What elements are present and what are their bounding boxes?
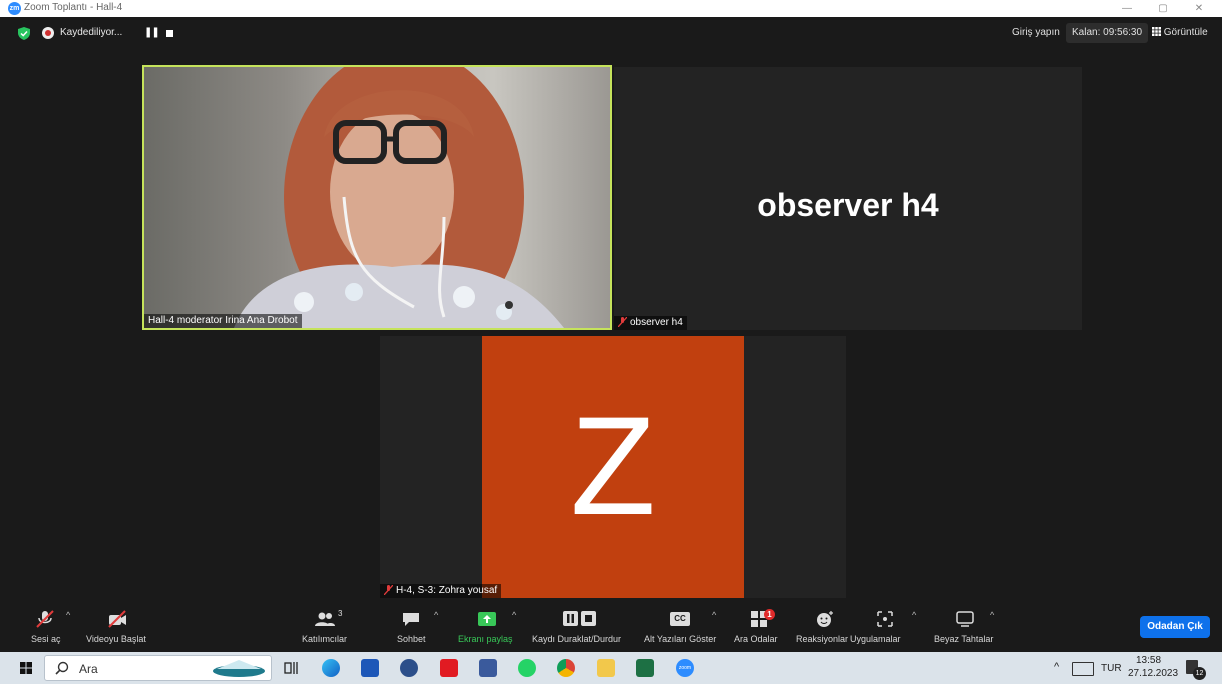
search-highlight-icon: [213, 660, 265, 677]
breakout-badge: 1: [764, 609, 775, 620]
notification-count-badge: 12: [1193, 667, 1206, 680]
leave-room-button[interactable]: Odadan Çık: [1140, 616, 1210, 638]
avatar-participant-tile[interactable]: Z H-4, S-3: Zohra yousaf: [380, 336, 846, 598]
search-icon: [55, 661, 69, 675]
video-off-icon: [108, 610, 126, 628]
whiteboard-options-chevron-icon[interactable]: ^: [990, 610, 994, 620]
reactions-label: Reaksiyonlar: [796, 634, 849, 644]
avatar-tile-label: H-4, S-3: Zohra yousaf: [380, 584, 502, 598]
avatar-label-text: H-4, S-3: Zohra yousaf: [396, 585, 498, 596]
remaining-time: Kalan: 09:56:30: [1066, 23, 1149, 43]
observer-label-text: observer h4: [630, 317, 683, 328]
audio-options-chevron-icon[interactable]: ^: [66, 610, 70, 620]
observer-display-name: observer h4: [757, 187, 939, 223]
video-participant-label: Hall-4 moderator Irina Ana Drobot: [144, 314, 302, 328]
participant-avatar: Z: [482, 336, 744, 598]
windows-taskbar: Ara zoom ^ TUR 13:58 27.12.2023 12: [0, 652, 1222, 684]
participant-video-image: [234, 67, 564, 328]
share-options-chevron-icon[interactable]: ^: [512, 610, 516, 620]
clock-date[interactable]: 27.12.2023: [1128, 668, 1178, 679]
recording-dot-icon: [42, 27, 54, 39]
participants-count: 3: [338, 609, 343, 618]
window-title: Zoom Toplantı - Hall-4: [24, 2, 123, 13]
apps-options-chevron-icon[interactable]: ^: [912, 610, 916, 620]
reactions-button[interactable]: Reaksiyonlar: [794, 604, 854, 652]
input-language[interactable]: TUR: [1101, 663, 1122, 674]
start-video-label: Videoyu Başlat: [86, 634, 146, 644]
participants-button[interactable]: 3 Katılımcılar: [298, 604, 354, 652]
pause-stop-recording-icon: [563, 611, 596, 626]
avatar-letter: Z: [570, 387, 656, 544]
grid-view-icon: [1152, 27, 1161, 36]
edge-browser-icon[interactable]: [322, 659, 340, 677]
tray-overflow-chevron-icon[interactable]: ^: [1054, 661, 1059, 673]
zoom-app-icon[interactable]: zoom: [676, 659, 694, 677]
taskbar-search-box[interactable]: Ara: [44, 655, 272, 681]
recording-indicator[interactable]: Kaydediliyor... ❚❚: [42, 24, 202, 44]
file-explorer-icon[interactable]: [597, 659, 615, 677]
apps-icon: [877, 611, 893, 627]
apps-label: Uygulamalar: [850, 634, 901, 644]
chat-bubble-icon: [403, 613, 419, 626]
window-titlebar: zm Zoom Toplantı - Hall-4 — ▢ ✕: [0, 0, 1222, 17]
whiteboards-label: Beyaz Tahtalar: [934, 634, 994, 644]
meeting-toolbar: Sesi aç ^ Videoyu Başlat 3 Katılımcılar …: [0, 604, 1222, 652]
share-screen-label: Ekranı paylaş: [458, 634, 513, 644]
apps-button[interactable]: Uygulamalar: [848, 604, 906, 652]
pause-recording-icon[interactable]: ❚❚: [144, 27, 160, 38]
meeting-stage: Kaydediliyor... ❚❚ Giriş yapın Kalan: 09…: [0, 17, 1222, 604]
chat-button[interactable]: Sohbet: [392, 604, 432, 652]
minimize-button[interactable]: —: [1112, 0, 1142, 17]
participant-video-tile[interactable]: Hall-4 moderator Irina Ana Drobot: [142, 65, 612, 330]
close-button[interactable]: ✕: [1184, 0, 1214, 17]
captions-options-chevron-icon[interactable]: ^: [712, 610, 716, 620]
search-placeholder: Ara: [79, 662, 98, 676]
view-button[interactable]: Görüntüle: [1146, 23, 1214, 43]
view-label: Görüntüle: [1163, 27, 1208, 38]
calculator-app-icon[interactable]: [479, 659, 497, 677]
maximize-button[interactable]: ▢: [1148, 0, 1178, 17]
whiteboard-icon: [956, 611, 974, 627]
windows-start-icon[interactable]: [20, 662, 32, 674]
stop-recording-icon[interactable]: [166, 30, 173, 37]
security-shield-icon[interactable]: [18, 27, 30, 40]
start-video-button[interactable]: Videoyu Başlat: [84, 604, 154, 652]
task-view-icon[interactable]: [282, 659, 300, 677]
telegram-app-icon[interactable]: [400, 659, 418, 677]
participants-label: Katılımcılar: [302, 634, 348, 644]
observer-tile-label: observer h4: [614, 316, 687, 330]
excel-app-icon[interactable]: [636, 659, 654, 677]
muted-mic-icon: [384, 585, 393, 596]
breakout-rooms-button[interactable]: 1 Ara Odalar: [732, 604, 790, 652]
recording-control-button[interactable]: Kaydı Duraklat/Durdur: [530, 604, 634, 652]
chrome-browser-icon[interactable]: [557, 659, 575, 677]
share-screen-icon: [478, 612, 496, 626]
touch-keyboard-icon[interactable]: [1072, 662, 1094, 676]
captions-label: Alt Yazıları Göster: [644, 634, 717, 644]
captions-button[interactable]: CC Alt Yazıları Göster: [642, 604, 718, 652]
pdf-reader-icon[interactable]: [440, 659, 458, 677]
chat-options-chevron-icon[interactable]: ^: [434, 610, 438, 620]
zoom-logo-icon: zm: [8, 2, 21, 15]
share-screen-button[interactable]: Ekranı paylaş: [456, 604, 518, 652]
chat-label: Sohbet: [397, 634, 426, 644]
word-app-icon[interactable]: [361, 659, 379, 677]
muted-mic-icon: [618, 317, 627, 328]
unmute-label: Sesi aç: [31, 634, 61, 644]
clock-time[interactable]: 13:58: [1136, 655, 1161, 666]
unmute-button[interactable]: Sesi aç: [28, 604, 68, 652]
whatsapp-icon[interactable]: [518, 659, 536, 677]
observer-tile[interactable]: observer h4 observer h4: [614, 67, 1082, 330]
reaction-emoji-icon: [817, 611, 833, 627]
sign-in-button[interactable]: Giriş yapın: [1006, 23, 1066, 43]
closed-captions-icon: CC: [670, 612, 690, 626]
recording-control-label: Kaydı Duraklat/Durdur: [532, 634, 622, 644]
participants-icon: [315, 612, 335, 626]
muted-microphone-icon: [36, 610, 54, 628]
breakout-rooms-label: Ara Odalar: [734, 634, 778, 644]
recording-label: Kaydediliyor...: [60, 27, 123, 38]
